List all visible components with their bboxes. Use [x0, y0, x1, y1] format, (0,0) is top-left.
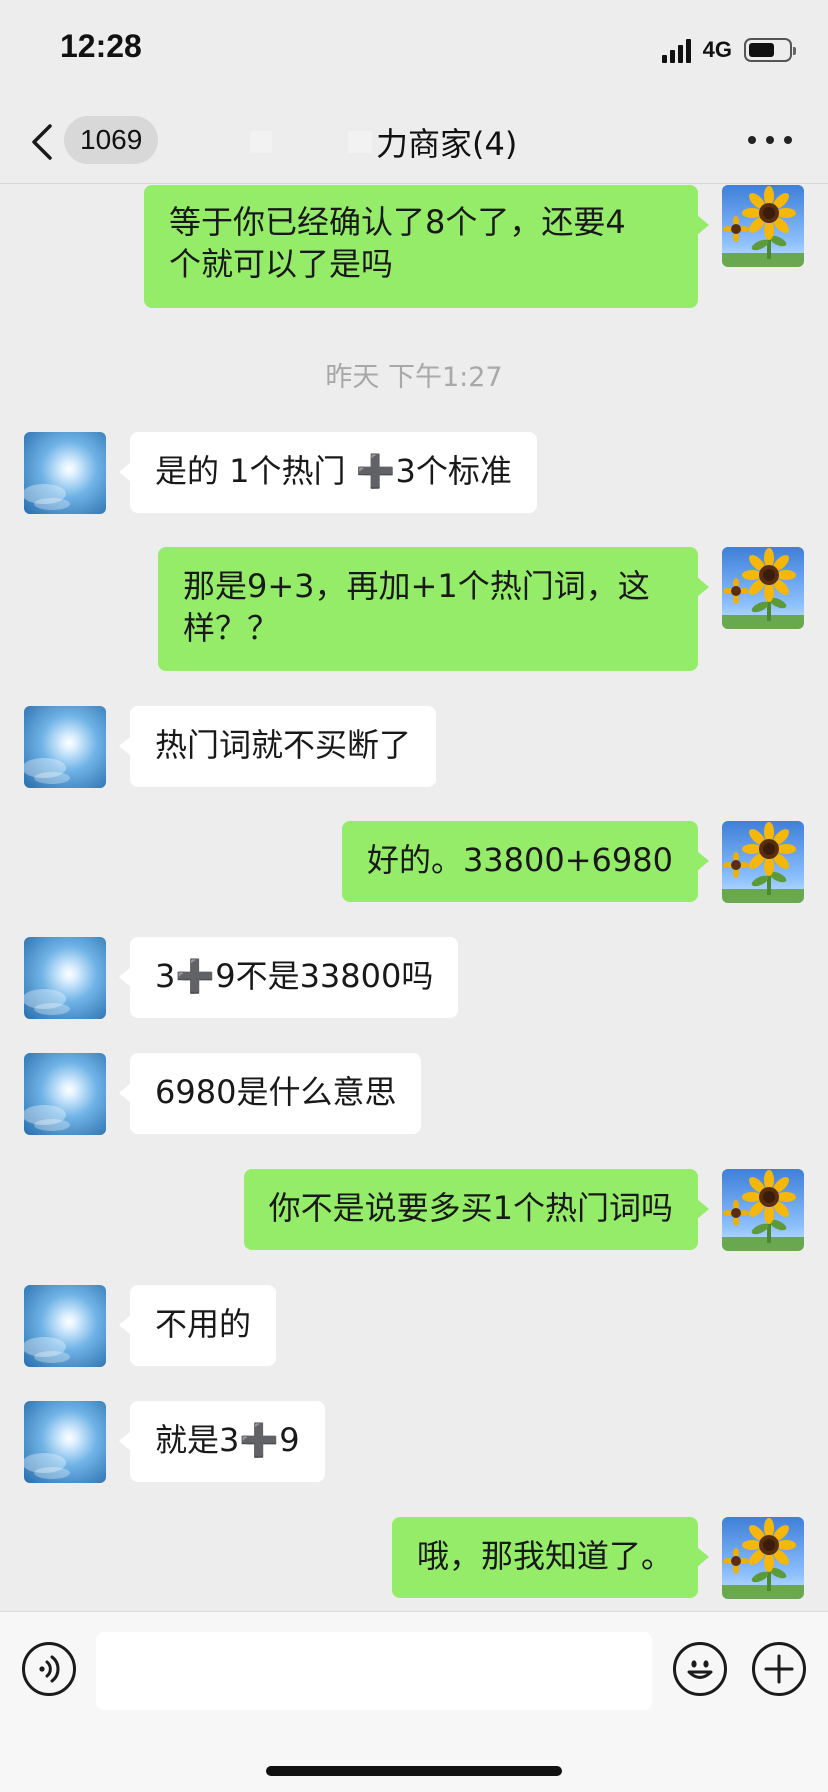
emoji-button[interactable]	[673, 1642, 727, 1696]
more-actions-button[interactable]	[752, 1642, 806, 1696]
my-avatar[interactable]	[722, 1169, 804, 1251]
sunflower-avatar-image	[722, 821, 804, 903]
sunflower-avatar-image	[722, 1517, 804, 1599]
back-button[interactable]	[28, 120, 58, 164]
message-bubble-outgoing[interactable]: 你不是说要多买1个热门词吗	[243, 1169, 710, 1250]
contact-avatar[interactable]	[24, 937, 106, 1019]
contact-avatar[interactable]	[24, 1401, 106, 1483]
home-indicator[interactable]	[266, 1766, 562, 1776]
message-bubble-incoming[interactable]: 不用的	[118, 1285, 277, 1366]
sunflower-avatar-image	[722, 1169, 804, 1251]
voice-icon	[39, 1655, 60, 1683]
status-time: 12:28	[60, 28, 142, 64]
chat-message-list[interactable]: 等于你已经确认了8个了，还要4 个就可以了是吗 昨天 下午1:27 是的 1个热…	[0, 185, 828, 1611]
redaction-block	[348, 131, 372, 153]
chat-title: 力商家(4)	[376, 125, 518, 163]
sky-avatar-image	[24, 937, 106, 1019]
my-avatar[interactable]	[722, 1517, 804, 1599]
status-indicators: 4G	[661, 36, 796, 64]
message-bubble-outgoing[interactable]: 好的。33800+6980	[341, 821, 710, 902]
redaction-block	[250, 131, 272, 153]
signal-icon	[661, 37, 691, 63]
sky-avatar-image	[24, 1053, 106, 1135]
my-avatar[interactable]	[722, 185, 804, 267]
sky-avatar-image	[24, 1285, 106, 1367]
message-bubble-incoming[interactable]: 就是3➕9	[119, 1401, 325, 1482]
unread-count-badge[interactable]: 1069	[64, 116, 159, 164]
dot-icon	[748, 136, 756, 144]
voice-button[interactable]	[22, 1642, 76, 1696]
chat-title-wrap: 力商家(4)	[250, 118, 517, 166]
emoji-icon	[687, 1660, 713, 1679]
chevron-left-icon	[32, 124, 52, 160]
contact-avatar[interactable]	[24, 432, 106, 514]
message-bubble-incoming[interactable]: 热门词就不买断了	[118, 706, 437, 787]
message-bubble-outgoing[interactable]: 哦，那我知道了。	[391, 1517, 710, 1598]
status-bar: 12:28 4G	[0, 0, 828, 100]
dot-icon	[784, 136, 792, 144]
message-bubble-outgoing[interactable]: 那是9+3，再加+1个热门词，这 样？？	[158, 547, 709, 671]
contact-avatar[interactable]	[24, 1285, 106, 1367]
sunflower-avatar-image	[722, 547, 804, 629]
sunflower-avatar-image	[722, 185, 804, 267]
contact-avatar[interactable]	[24, 706, 106, 788]
contact-avatar[interactable]	[24, 1053, 106, 1135]
my-avatar[interactable]	[722, 821, 804, 903]
my-avatar[interactable]	[722, 547, 804, 629]
message-bubble-incoming[interactable]: 是的 1个热门 ➕3个标准	[119, 432, 537, 513]
sky-avatar-image	[24, 432, 106, 514]
message-bubble-incoming[interactable]: 6980是什么意思	[118, 1053, 422, 1134]
dot-icon	[766, 136, 774, 144]
sky-avatar-image	[24, 706, 106, 788]
network-type: 4G	[702, 37, 732, 62]
message-bubble[interactable]: 等于你已经确认了8个了，还要4 个就可以了是吗	[144, 185, 709, 308]
timestamp: 昨天 下午1:27	[325, 362, 503, 393]
plus-icon	[764, 1654, 794, 1684]
input-bar	[0, 1611, 828, 1792]
battery-icon	[744, 38, 796, 62]
message-bubble-incoming[interactable]: 3➕9不是33800吗	[118, 937, 459, 1018]
more-options-button[interactable]	[748, 130, 792, 150]
message-input[interactable]	[96, 1632, 652, 1710]
sky-avatar-image	[24, 1401, 106, 1483]
chat-header: 1069 力商家(4)	[0, 100, 828, 184]
